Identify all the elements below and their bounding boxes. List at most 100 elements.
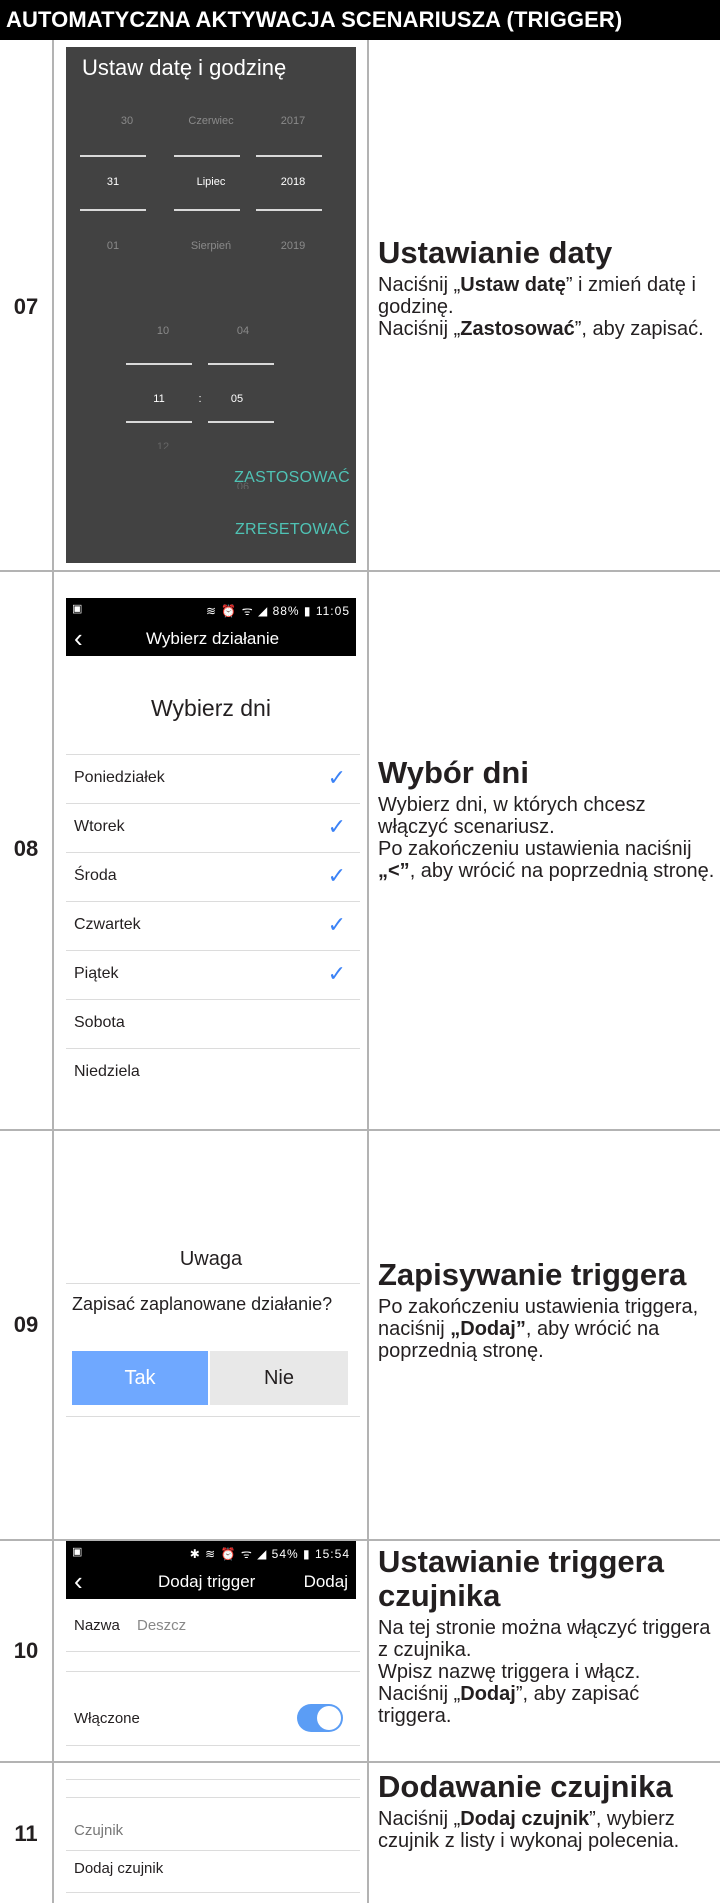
- step-number: 10: [13, 1638, 39, 1663]
- day-label: Środa: [74, 867, 117, 884]
- date-time-picker-screen: Ustaw datę i godzinę 30 Czerwiec 2017 31…: [66, 47, 356, 563]
- day-label: Czwartek: [74, 916, 141, 933]
- year-selected[interactable]: 2018: [258, 176, 328, 188]
- check-icon: ✓: [327, 814, 346, 839]
- year-next[interactable]: 2019: [258, 240, 328, 252]
- step-title: Wybór dni: [378, 755, 529, 790]
- notification-icon: ▣: [72, 1546, 83, 1558]
- field-divider: [66, 1797, 360, 1798]
- screen-heading: Wybierz dni: [151, 695, 271, 721]
- nav-bar: ‹ Wybierz działanie: [66, 622, 356, 656]
- list-item[interactable]: Wtorek ✓: [66, 803, 360, 851]
- day-label: Poniedziałek: [74, 769, 165, 786]
- nav-title: Dodaj trigger: [158, 1572, 256, 1591]
- page-title: AUTOMATYCZNA AKTYWACJA SCENARIUSZA (TRIG…: [0, 0, 720, 40]
- step-text: Naciśnij „Dodaj czujnik”, wybierz czujni…: [378, 1808, 680, 1852]
- dialog-question: Zapisać zaplanowane działanie?: [72, 1294, 333, 1314]
- day-prev[interactable]: 30: [92, 115, 162, 127]
- day-next[interactable]: 01: [78, 240, 148, 252]
- picker-divider: [174, 209, 240, 211]
- dialog-divider: [66, 1416, 360, 1417]
- dialog-divider: [66, 1283, 360, 1284]
- step-title: Dodawanie czujnika: [378, 1769, 673, 1804]
- add-button[interactable]: Dodaj: [304, 1572, 348, 1592]
- step-number: 11: [14, 1821, 38, 1846]
- section-label: Czujnik: [74, 1822, 124, 1839]
- field-divider: [66, 1850, 360, 1851]
- row-divider: [0, 1129, 720, 1131]
- status-icons: ≋ ⏰ ᯤ ◢ 88% ▮ 11:05: [206, 604, 350, 618]
- day-selected[interactable]: 31: [78, 176, 148, 188]
- list-item[interactable]: Środa ✓: [66, 852, 360, 900]
- step-title: Zapisywanie triggera: [378, 1257, 687, 1292]
- picker-divider: [208, 363, 274, 365]
- check-icon: ✓: [327, 863, 346, 888]
- step-description: Ustawianie daty Naciśnij „Ustaw datę” i …: [378, 235, 716, 341]
- toggle-knob: [317, 1706, 341, 1730]
- step-number: 07: [13, 294, 39, 319]
- year-prev[interactable]: 2017: [258, 115, 328, 127]
- picker-divider: [126, 363, 192, 365]
- day-label: Niedziela: [74, 1063, 140, 1080]
- picker-divider: [256, 155, 322, 157]
- month-next[interactable]: Sierpień: [176, 240, 246, 252]
- yes-button[interactable]: Tak: [72, 1351, 208, 1405]
- column-divider-left: [52, 40, 54, 1903]
- picker-divider: [80, 209, 146, 211]
- minute-selected[interactable]: 05: [202, 393, 272, 405]
- status-bar: ▣ ≋ ⏰ ᯤ ◢ 88% ▮ 11:05: [66, 598, 356, 622]
- minute-prev[interactable]: 04: [208, 325, 278, 337]
- status-icons: ✱ ≋ ⏰ ᯤ ◢ 54% ▮ 15:54: [189, 1547, 350, 1561]
- month-prev[interactable]: Czerwiec: [176, 115, 246, 127]
- picker-divider: [80, 155, 146, 157]
- add-sensor-button[interactable]: Dodaj czujnik: [74, 1860, 163, 1877]
- list-item[interactable]: Niedziela: [66, 1048, 360, 1096]
- no-button[interactable]: Nie: [210, 1351, 348, 1405]
- month-selected[interactable]: Lipiec: [176, 176, 246, 188]
- enabled-toggle[interactable]: [297, 1704, 343, 1732]
- apply-button[interactable]: ZASTOSOWAĆ: [234, 469, 350, 487]
- enabled-label: Włączone: [74, 1710, 140, 1727]
- step-description: Zapisywanie triggera Po zakończeniu usta…: [378, 1257, 716, 1363]
- name-field[interactable]: Deszcz: [137, 1617, 186, 1634]
- nav-bar: ‹ Dodaj trigger Dodaj: [66, 1565, 356, 1599]
- field-divider: [66, 1892, 360, 1893]
- back-icon[interactable]: ‹: [74, 624, 83, 652]
- step-description: Dodawanie czujnika Naciśnij „Dodaj czujn…: [378, 1769, 716, 1853]
- step-title: Ustawianie triggera czujnika: [378, 1544, 664, 1613]
- back-icon[interactable]: ‹: [74, 1567, 83, 1595]
- list-item[interactable]: Sobota: [66, 999, 360, 1047]
- field-divider: [66, 1651, 360, 1652]
- list-item[interactable]: Poniedziałek ✓: [66, 754, 360, 802]
- field-divider: [66, 1779, 360, 1780]
- column-divider-right: [367, 40, 369, 1903]
- hour-prev[interactable]: 10: [128, 325, 198, 337]
- step-description: Wybór dni Wybierz dni, w których chcesz …: [378, 755, 716, 883]
- day-label: Sobota: [74, 1014, 125, 1031]
- picker-title: Ustaw datę i godzinę: [82, 55, 287, 80]
- list-item[interactable]: Piątek ✓: [66, 950, 360, 998]
- day-label: Wtorek: [74, 818, 125, 835]
- field-divider: [66, 1745, 360, 1746]
- check-icon: ✓: [327, 961, 346, 986]
- step-title: Ustawianie daty: [378, 235, 613, 270]
- field-divider: [66, 1671, 360, 1672]
- step-number: 09: [13, 1312, 39, 1337]
- name-field-label: Nazwa: [74, 1617, 120, 1634]
- status-bar: ▣ ✱ ≋ ⏰ ᯤ ◢ 54% ▮ 15:54: [66, 1541, 356, 1565]
- step-description: Ustawianie triggera czujnika Na tej stro…: [378, 1544, 716, 1728]
- row-divider: [0, 570, 720, 572]
- picker-divider: [208, 421, 274, 423]
- check-icon: ✓: [327, 912, 346, 937]
- picker-divider: [174, 155, 240, 157]
- picker-divider: [256, 209, 322, 211]
- step-text: Na tej stronie można włączyć triggera z …: [378, 1617, 711, 1727]
- step-number: 08: [13, 836, 39, 861]
- row-divider: [0, 1761, 720, 1763]
- day-label: Piątek: [74, 965, 119, 982]
- reset-button[interactable]: ZRESETOWAĆ: [235, 521, 350, 539]
- picker-divider: [126, 421, 192, 423]
- hour-next[interactable]: 12: [128, 441, 198, 449]
- check-icon: ✓: [327, 765, 346, 790]
- list-item[interactable]: Czwartek ✓: [66, 901, 360, 949]
